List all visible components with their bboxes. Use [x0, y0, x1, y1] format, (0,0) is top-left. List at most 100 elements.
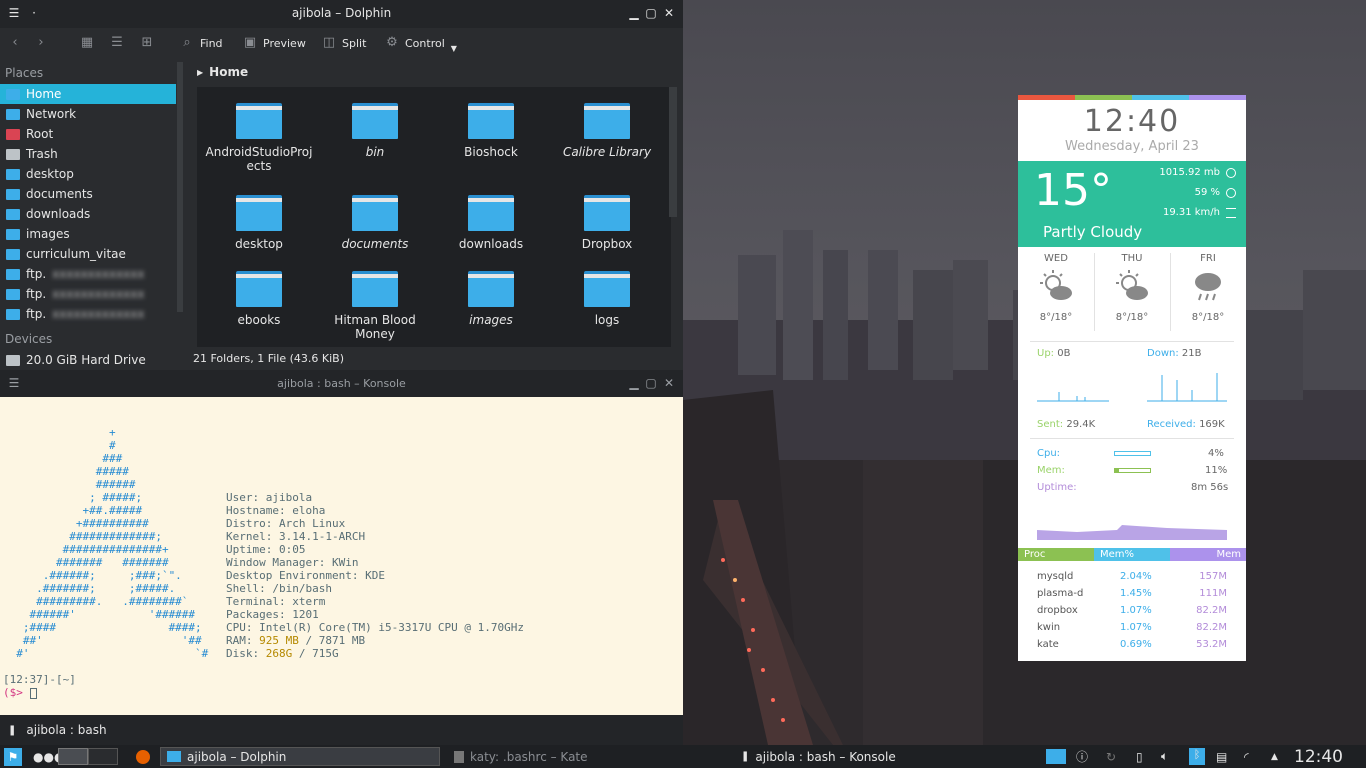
process-header: Proc Mem% Mem	[1018, 548, 1246, 561]
file-view-scrollbar[interactable]	[669, 87, 677, 217]
pager[interactable]	[58, 747, 118, 766]
sidebar-item-images[interactable]: images	[0, 224, 176, 244]
clipboard-icon: ▤	[1216, 749, 1228, 764]
arch-logo-line: #	[3, 439, 116, 452]
folder-item[interactable]: documents	[317, 195, 433, 251]
folder-item[interactable]: ebooks	[201, 271, 317, 327]
folder-item[interactable]: Calibre Library	[549, 103, 665, 159]
breadcrumb-home[interactable]: Home	[209, 65, 248, 79]
minimize-icon[interactable]: ▁	[626, 4, 642, 22]
firefox-launcher[interactable]	[130, 747, 150, 766]
device-item[interactable]: 20.0 GiB Hard Drive	[0, 350, 176, 370]
sidebar-item-network[interactable]: Network	[0, 104, 176, 124]
proc-col-header: Proc	[1018, 548, 1094, 561]
folder-item[interactable]: Hitman Blood Money	[317, 271, 433, 341]
divider	[1170, 253, 1171, 331]
sysinfo-entry: RAM: 925 MB / 7871 MB	[226, 634, 366, 647]
process-row: kate 0.69% 53.2M	[1037, 639, 1231, 653]
sidebar-item-ftp-[interactable]: ftp. xxxxxxxxxxxxx	[0, 264, 176, 284]
tray-info[interactable]: ⓘ	[1070, 747, 1088, 766]
prompt-input[interactable]: ($>	[3, 686, 208, 699]
folder-item[interactable]: desktop	[201, 195, 317, 251]
folder-item[interactable]: Bioshock	[433, 103, 549, 159]
desktop-2[interactable]	[88, 748, 118, 765]
folder-icon	[584, 195, 630, 231]
task-konsole[interactable]: ❚ ajibola : bash – Konsole	[735, 747, 896, 766]
maximize-icon[interactable]: ▢	[643, 4, 659, 22]
prompt-line: [12:37]-[~]	[3, 673, 76, 686]
sidebar-item-documents[interactable]: documents	[0, 184, 176, 204]
find-button[interactable]: ⌕ Find	[180, 34, 222, 52]
maximize-icon[interactable]: ▢	[643, 374, 659, 392]
pressure-icon	[1226, 168, 1236, 178]
arch-logo-line: ###############+	[3, 543, 169, 556]
terminal-output[interactable]: + # ### ##### ###### ; #####; User: ajibo…	[3, 400, 524, 725]
preview-button[interactable]: ▣ Preview	[243, 34, 306, 52]
folder-label: Dropbox	[581, 237, 633, 251]
temperature: 15°	[1034, 165, 1112, 216]
tray-expand[interactable]: ▲	[1265, 747, 1278, 766]
process-mem: 82.2M	[1196, 605, 1227, 616]
sysinfo-entry: Uptime: 0:05	[226, 543, 306, 556]
folder-icon	[468, 103, 514, 139]
dolphin-titlebar[interactable]: ☰ · ajibola – Dolphin ▁ ▢ ✕	[0, 0, 683, 28]
split-button[interactable]: ◫ Split	[322, 34, 367, 52]
task-kate[interactable]: katy: .bashrc – Kate	[448, 747, 588, 766]
folder-item[interactable]: Dropbox	[549, 195, 665, 251]
folder-item[interactable]: bin	[317, 103, 433, 159]
close-icon[interactable]: ✕	[661, 374, 677, 392]
details-view-button[interactable]: ☰	[110, 34, 124, 52]
sysinfo-entry: Hostname: eloha	[226, 504, 326, 517]
sidebar-item-curriculum-vitae[interactable]: curriculum_vitae	[0, 244, 176, 264]
konsole-tab[interactable]: ❚ ajibola : bash	[0, 715, 683, 745]
folder-icon	[468, 195, 514, 231]
sidebar-item-ftp-[interactable]: ftp. xxxxxxxxxxxxx	[0, 284, 176, 304]
tray-network[interactable]: ◜	[1238, 747, 1249, 766]
terminal-line: .######; ;###;`". Desktop Environment: KD…	[3, 569, 385, 582]
minimize-icon[interactable]: ▁	[626, 374, 642, 392]
process-row: plasma-d 1.45% 111M	[1037, 588, 1231, 602]
sidebar-item-ftp-[interactable]: ftp. xxxxxxxxxxxxx	[0, 304, 176, 324]
tray-device[interactable]: ▯	[1130, 747, 1143, 766]
weather-panel: 15° Partly Cloudy 1015.92 mb 59 % 19.31 …	[1018, 161, 1246, 247]
sidebar-item-label: Trash	[26, 147, 58, 161]
folder-item[interactable]: downloads	[433, 195, 549, 251]
folder-item[interactable]: AndroidStudioProjects	[201, 103, 317, 173]
arch-logo-line: #############;	[3, 530, 162, 543]
sidebar-item-label: Network	[26, 107, 77, 121]
sidebar-item-root[interactable]: Root	[0, 124, 176, 144]
folder-item[interactable]: images	[433, 271, 549, 327]
terminal-line: #' `# Disk: 268G / 715G	[3, 647, 338, 660]
breadcrumb[interactable]: ▶ Home	[193, 62, 681, 82]
folder-label: Calibre Library	[562, 145, 652, 159]
tray-display[interactable]	[1040, 747, 1066, 766]
sidebar-item-trash[interactable]: Trash	[0, 144, 176, 164]
taskbar: ⚑ ●●● ajibola – Dolphin katy: .bashrc – …	[0, 745, 1366, 768]
forward-button[interactable]: ›	[34, 34, 48, 52]
arch-logo-line: +##########	[3, 517, 149, 530]
widget-date: Wednesday, April 23	[1065, 139, 1199, 154]
konsole-titlebar[interactable]: ☰ ajibola : bash – Konsole ▁ ▢ ✕	[0, 370, 683, 397]
task-dolphin[interactable]: ajibola – Dolphin	[160, 747, 440, 766]
tray-clipboard[interactable]: ▤	[1210, 747, 1227, 766]
info-icon: ⓘ	[1076, 750, 1089, 764]
control-button[interactable]: ⚙ Control ▼	[385, 34, 457, 53]
tray-bluetooth[interactable]: ᛒ	[1183, 747, 1205, 766]
process-name: kwin	[1037, 622, 1061, 633]
tray-volume[interactable]: 🔈︎	[1155, 747, 1168, 766]
close-icon[interactable]: ✕	[661, 4, 677, 22]
sidebar-item-downloads[interactable]: downloads	[0, 204, 176, 224]
process-mem-pct: 2.04%	[1120, 571, 1152, 582]
tree-view-button[interactable]: ⊞	[140, 34, 154, 52]
folder-item[interactable]: logs	[549, 271, 665, 327]
sidebar-item-home[interactable]: Home	[0, 84, 176, 104]
file-view: ▶ Home AndroidStudioProjects bin Bioshock Ca…	[193, 62, 681, 370]
desktop-1[interactable]	[58, 748, 88, 765]
icons-view-button[interactable]: ▦	[80, 34, 94, 52]
sidebar-item-desktop[interactable]: desktop	[0, 164, 176, 184]
back-button[interactable]: ‹	[8, 34, 22, 52]
places-scrollbar[interactable]	[177, 62, 183, 312]
tray-updates[interactable]: ↻	[1100, 747, 1116, 766]
app-launcher-button[interactable]: ⚑	[2, 747, 22, 766]
taskbar-clock[interactable]: 12:40	[1288, 747, 1343, 767]
